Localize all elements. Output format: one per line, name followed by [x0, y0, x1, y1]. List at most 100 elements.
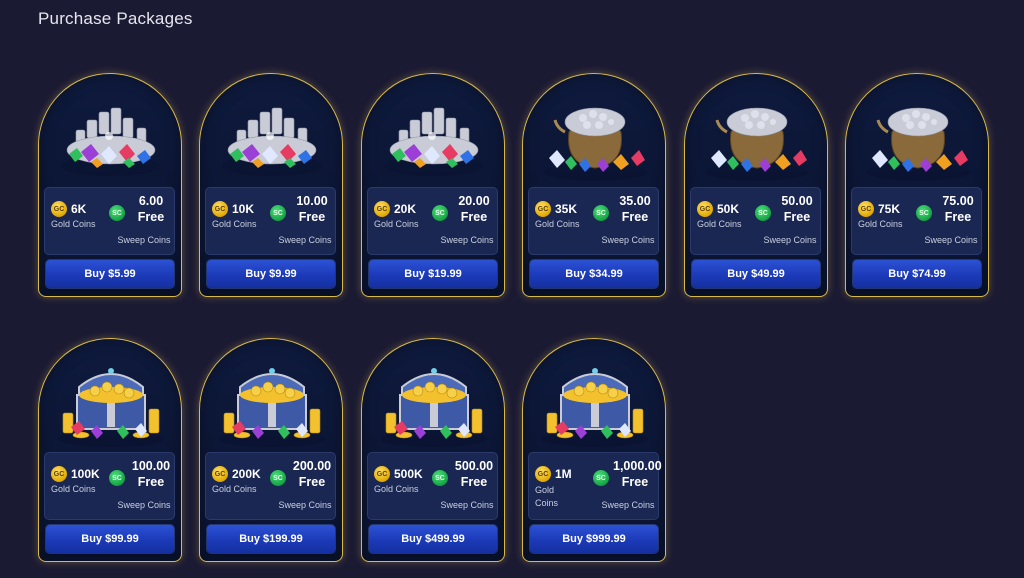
gold-coins-label: Gold Coins	[51, 484, 96, 494]
sweep-coin-icon: SC	[432, 470, 448, 486]
sweep-coin-icon: SC	[109, 205, 125, 221]
gold-coins-amount: 35K	[555, 202, 578, 216]
sweep-coins-amount: 20.00	[458, 194, 490, 208]
gold-coins-block: GC 35K Gold Coins	[535, 201, 595, 229]
gold-coin-icon: GC	[858, 201, 874, 217]
gold-coins-amount: 200K	[232, 467, 261, 481]
sweep-coin-icon: SC	[916, 205, 932, 221]
gold-coins-block: GC 200K Gold Coins	[212, 466, 272, 494]
gold-coins-label: Gold Coins	[374, 219, 419, 229]
sweep-coins-amount: 200.00	[292, 459, 332, 473]
gem-pile-icon	[212, 92, 332, 184]
package-info: GC 10K Gold Coins SC 10.00 Free Sweep Co…	[205, 187, 336, 255]
gold-coins-block: GC 10K Gold Coins	[212, 201, 272, 229]
treasure-chest-icon	[535, 357, 655, 449]
package-card: GC 1M Gold Coins SC 1,000.00 Free Sweep …	[522, 338, 666, 562]
gold-coin-icon: GC	[212, 201, 228, 217]
sweep-coins-label: Sweep Coins	[924, 235, 978, 245]
package-card: GC 35K Gold Coins SC 35.00 Free Sweep Co…	[522, 73, 666, 297]
gold-coins-label: Gold Coins	[858, 219, 903, 229]
sweep-coins-label: Sweep Coins	[440, 500, 494, 510]
buy-button[interactable]: Buy $49.99	[692, 260, 820, 288]
package-info: GC 20K Gold Coins SC 20.00 Free Sweep Co…	[367, 187, 498, 255]
buy-button[interactable]: Buy $9.99	[207, 260, 335, 288]
gold-coins-amount: 20K	[394, 202, 417, 216]
package-card: GC 75K Gold Coins SC 75.00 Free Sweep Co…	[845, 73, 989, 297]
gold-coins-label: Gold Coins	[374, 484, 419, 494]
treasure-sack-icon	[535, 92, 655, 184]
gold-coins-amount: 500K	[394, 467, 423, 481]
sweep-coins-amount: 75.00	[942, 194, 974, 208]
package-info: GC 200K Gold Coins SC 200.00 Free Sweep …	[205, 452, 336, 520]
gold-coins-amount: 6K	[71, 202, 87, 216]
gold-coins-block: GC 20K Gold Coins	[374, 201, 434, 229]
package-card: GC 20K Gold Coins SC 20.00 Free Sweep Co…	[361, 73, 505, 297]
gold-coin-icon: GC	[212, 466, 228, 482]
buy-button[interactable]: Buy $74.99	[853, 260, 981, 288]
gold-coin-icon: GC	[697, 201, 713, 217]
free-label: Free	[298, 210, 326, 224]
sweep-coin-icon: SC	[593, 205, 609, 221]
gold-coins-block: GC 75K Gold Coins	[858, 201, 918, 229]
gold-coin-icon: GC	[374, 201, 390, 217]
buy-button[interactable]: Buy $34.99	[530, 260, 658, 288]
package-card: GC 10K Gold Coins SC 10.00 Free Sweep Co…	[199, 73, 343, 297]
gold-coins-amount: 50K	[717, 202, 740, 216]
gold-coins-block: GC 1M Gold Coins	[535, 466, 595, 510]
free-label: Free	[783, 210, 811, 224]
gold-coins-block: GC 100K Gold Coins	[51, 466, 111, 494]
sweep-coins-label: Sweep Coins	[278, 500, 332, 510]
buy-button[interactable]: Buy $199.99	[207, 525, 335, 553]
free-label: Free	[298, 475, 326, 489]
package-info: GC 35K Gold Coins SC 35.00 Free Sweep Co…	[528, 187, 659, 255]
sweep-coins-amount: 10.00	[296, 194, 328, 208]
gold-coins-block: GC 500K Gold Coins	[374, 466, 434, 494]
free-label: Free	[137, 475, 165, 489]
sweep-coins-label: Sweep Coins	[117, 500, 171, 510]
treasure-chest-icon	[51, 357, 171, 449]
sweep-coin-icon: SC	[270, 470, 286, 486]
buy-button[interactable]: Buy $5.99	[46, 260, 174, 288]
gem-pile-icon	[51, 92, 171, 184]
package-grid: GC 6K Gold Coins SC 6.00 Free Sweep Coin…	[0, 0, 1024, 578]
sweep-coins-label: Sweep Coins	[601, 235, 655, 245]
gold-coin-icon: GC	[374, 466, 390, 482]
gold-coins-label: Gold Coins	[51, 219, 96, 229]
sweep-coins-amount: 500.00	[454, 459, 494, 473]
sweep-coin-icon: SC	[432, 205, 448, 221]
package-info: GC 50K Gold Coins SC 50.00 Free Sweep Co…	[690, 187, 821, 255]
package-info: GC 100K Gold Coins SC 100.00 Free Sweep …	[44, 452, 175, 520]
gold-coins-label: Gold Coins	[535, 485, 559, 508]
treasure-chest-icon	[212, 357, 332, 449]
treasure-sack-icon	[697, 92, 817, 184]
buy-button[interactable]: Buy $99.99	[46, 525, 174, 553]
treasure-sack-icon	[858, 92, 978, 184]
sweep-coins-label: Sweep Coins	[601, 500, 655, 510]
treasure-chest-icon	[374, 357, 494, 449]
sweep-coins-amount: 1,000.00	[613, 459, 662, 473]
package-card: GC 200K Gold Coins SC 200.00 Free Sweep …	[199, 338, 343, 562]
sweep-coins-label: Sweep Coins	[278, 235, 332, 245]
gold-coins-amount: 10K	[232, 202, 255, 216]
sweep-coin-icon: SC	[270, 205, 286, 221]
package-info: GC 6K Gold Coins SC 6.00 Free Sweep Coin…	[44, 187, 175, 255]
sweep-coin-icon: SC	[109, 470, 125, 486]
gold-coins-label: Gold Coins	[212, 484, 257, 494]
package-info: GC 1M Gold Coins SC 1,000.00 Free Sweep …	[528, 452, 662, 520]
gold-coin-icon: GC	[535, 466, 551, 482]
buy-button[interactable]: Buy $19.99	[369, 260, 497, 288]
sweep-coins-label: Sweep Coins	[763, 235, 817, 245]
sweep-coin-icon: SC	[755, 205, 771, 221]
free-label: Free	[460, 210, 488, 224]
sweep-coins-amount: 35.00	[619, 194, 651, 208]
sweep-coins-amount: 50.00	[781, 194, 813, 208]
package-card: GC 50K Gold Coins SC 50.00 Free Sweep Co…	[684, 73, 828, 297]
gold-coins-block: GC 6K Gold Coins	[51, 201, 111, 229]
buy-button[interactable]: Buy $999.99	[530, 525, 658, 553]
gold-coins-amount: 75K	[878, 202, 901, 216]
free-label: Free	[621, 475, 649, 489]
gold-coin-icon: GC	[51, 466, 67, 482]
sweep-coins-amount: 6.00	[138, 194, 164, 208]
buy-button[interactable]: Buy $499.99	[369, 525, 497, 553]
gold-coins-label: Gold Coins	[697, 219, 742, 229]
